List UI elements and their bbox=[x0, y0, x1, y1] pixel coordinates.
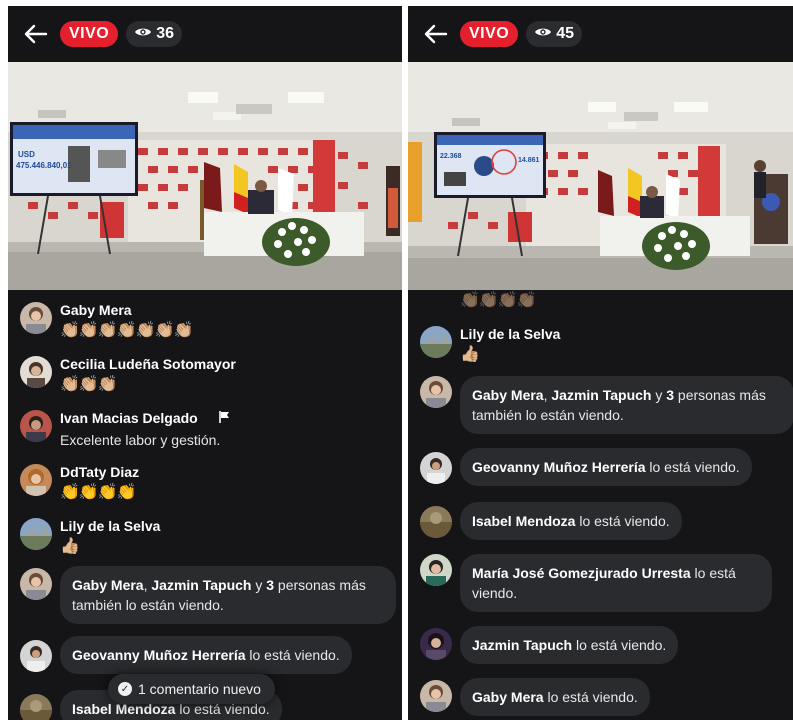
viewer-name[interactable]: Geovanny Muñoz Herrería bbox=[472, 459, 646, 475]
toast-label: 1 comentario nuevo bbox=[138, 681, 261, 697]
viewing-bubble[interactable]: Gaby Mera, Jazmin Tapuch y 3 personas má… bbox=[60, 566, 396, 624]
viewing-bubble[interactable]: Gaby Mera, Jazmin Tapuch y 3 personas má… bbox=[460, 376, 793, 434]
comment-emojis: 👍🏼 bbox=[460, 346, 480, 363]
comment-author[interactable]: Ivan Macias Delgado bbox=[60, 410, 198, 426]
eye-icon bbox=[134, 25, 152, 43]
comments-list: Gaby Mera 👏🏼👏🏼👏🏼👏🏼👏🏼👏🏼👏🏼 Cecilia Ludeña … bbox=[8, 290, 402, 720]
left-live-screen: VIVO 36 USD 475.446.840,01 Gaby Mera 👏🏼👏… bbox=[8, 6, 402, 720]
viewer-count-more: 3 bbox=[266, 577, 275, 593]
viewer-count-more: 3 bbox=[666, 387, 675, 403]
viewing-text: lo está viendo. bbox=[543, 689, 638, 705]
viewing-text: lo está viendo. bbox=[245, 647, 340, 663]
viewer-name[interactable]: Jazmin Tapuch bbox=[151, 577, 251, 593]
avatar[interactable] bbox=[20, 518, 52, 550]
viewing-bubble[interactable]: Gaby Mera lo está viendo. bbox=[460, 678, 650, 716]
comment-emojis: 👍🏼 bbox=[60, 538, 80, 555]
avatar[interactable] bbox=[420, 554, 452, 586]
slide-amount-b: 14.861 bbox=[518, 157, 540, 164]
viewer-name[interactable]: Jazmin Tapuch bbox=[551, 387, 651, 403]
avatar[interactable] bbox=[20, 640, 52, 672]
conjunction: y bbox=[251, 577, 267, 593]
viewing-text: lo está viendo. bbox=[645, 459, 740, 475]
comment-emojis: 👏👏👏👏 bbox=[60, 484, 137, 501]
avatar[interactable] bbox=[420, 506, 452, 538]
live-topbar: VIVO 36 bbox=[8, 6, 402, 62]
comment-text: Excelente labor y gestión. bbox=[60, 432, 221, 448]
viewing-bubble[interactable]: Geovanny Muñoz Herrería lo está viendo. bbox=[60, 636, 352, 674]
new-comment-toast[interactable]: ✓ 1 comentario nuevo bbox=[108, 674, 275, 704]
back-arrow-icon[interactable] bbox=[422, 20, 450, 48]
avatar[interactable] bbox=[20, 356, 52, 388]
flag-icon bbox=[218, 410, 232, 429]
viewer-count-badge: 45 bbox=[526, 21, 583, 47]
live-topbar: VIVO 45 bbox=[408, 6, 793, 62]
check-circle-icon: ✓ bbox=[118, 682, 132, 696]
viewer-count-badge: 36 bbox=[126, 21, 183, 47]
avatar[interactable] bbox=[20, 302, 52, 334]
right-live-screen: VIVO 45 22.368 14.861 👏🏼👏🏼👏🏼👏🏼 Lily de l… bbox=[408, 6, 793, 720]
comment-author[interactable]: Cecilia Ludeña Sotomayor bbox=[60, 356, 236, 372]
viewer-name[interactable]: Gaby Mera bbox=[72, 577, 144, 593]
viewing-bubble[interactable]: Geovanny Muñoz Herrería lo está viendo. bbox=[460, 448, 752, 486]
avatar[interactable] bbox=[420, 452, 452, 484]
comment-author[interactable]: Gaby Mera bbox=[60, 302, 132, 318]
viewer-name[interactable]: María José Gomezjurado Urresta bbox=[472, 565, 691, 581]
comments-list: 👏🏼👏🏼👏🏼👏🏼 Lily de la Selva 👍🏼 Gaby Mera, … bbox=[408, 290, 793, 720]
back-arrow-icon[interactable] bbox=[22, 20, 50, 48]
comment-author[interactable]: Lily de la Selva bbox=[460, 326, 560, 342]
avatar[interactable] bbox=[20, 568, 52, 600]
avatar[interactable] bbox=[20, 694, 52, 720]
avatar[interactable] bbox=[420, 376, 452, 408]
avatar[interactable] bbox=[420, 680, 452, 712]
avatar[interactable] bbox=[20, 464, 52, 496]
live-video[interactable]: 22.368 14.861 bbox=[408, 62, 793, 290]
comment-emojis: 👏🏼👏🏼👏🏼👏🏼👏🏼👏🏼👏🏼 bbox=[60, 322, 193, 339]
viewer-name[interactable]: Geovanny Muñoz Herrería bbox=[72, 647, 246, 663]
comment-emojis-partial: 👏🏼👏🏼👏🏼👏🏼 bbox=[460, 292, 537, 309]
eye-icon bbox=[534, 25, 552, 43]
viewing-text: lo está viendo. bbox=[572, 637, 667, 653]
slide-amount-a: 22.368 bbox=[440, 153, 462, 160]
slide-amount: 475.446.840,01 bbox=[16, 161, 72, 170]
viewer-name[interactable]: Jazmin Tapuch bbox=[472, 637, 572, 653]
slide-usd-label: USD bbox=[18, 150, 35, 159]
viewer-name[interactable]: Isabel Mendoza bbox=[472, 513, 575, 529]
viewing-bubble[interactable]: Jazmin Tapuch lo está viendo. bbox=[460, 626, 679, 664]
comment-emojis: 👏🏼👏🏼👏🏼 bbox=[60, 376, 118, 393]
live-badge: VIVO bbox=[460, 21, 519, 47]
viewing-bubble[interactable]: María José Gomezjurado Urresta lo está v… bbox=[460, 554, 772, 612]
avatar[interactable] bbox=[20, 410, 52, 442]
viewer-count: 45 bbox=[556, 25, 575, 42]
viewing-text: lo está viendo. bbox=[575, 513, 670, 529]
viewer-name[interactable]: Gaby Mera bbox=[472, 689, 544, 705]
comment-author[interactable]: DdTaty Diaz bbox=[60, 464, 139, 480]
live-video[interactable]: USD 475.446.840,01 bbox=[8, 62, 402, 290]
viewing-bubble[interactable]: Isabel Mendoza lo está viendo. bbox=[460, 502, 682, 540]
viewer-count: 36 bbox=[156, 25, 175, 42]
avatar[interactable] bbox=[420, 326, 452, 358]
conjunction: y bbox=[651, 387, 667, 403]
comment-author[interactable]: Lily de la Selva bbox=[60, 518, 160, 534]
avatar[interactable] bbox=[420, 628, 452, 660]
viewer-name[interactable]: Gaby Mera bbox=[472, 387, 544, 403]
live-badge: VIVO bbox=[60, 21, 119, 47]
